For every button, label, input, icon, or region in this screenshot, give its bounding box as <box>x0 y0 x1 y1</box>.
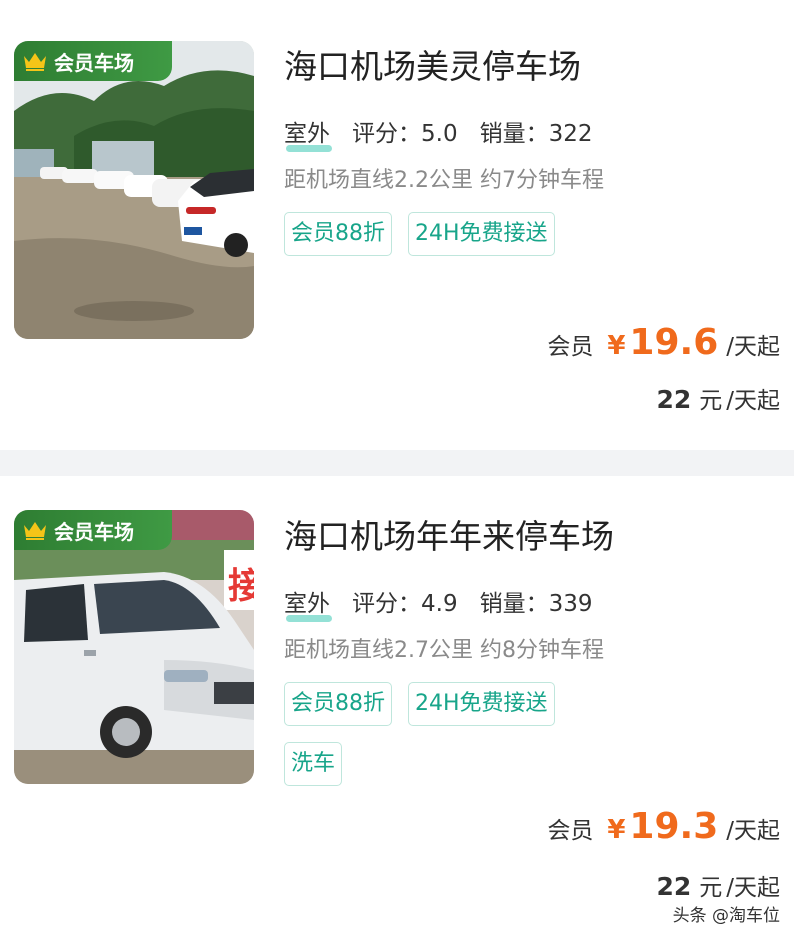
rating-value: 4.9 <box>421 591 458 617</box>
parking-lot-photo[interactable]: 接 会员车场 <box>14 510 254 784</box>
badge-label: 会员车场 <box>54 50 134 75</box>
member-label: 会员 <box>547 818 594 844</box>
normal-price-row: 22 元 /天起 <box>656 868 780 902</box>
normal-price-unit: 元 <box>699 875 723 901</box>
sales-label: 销量： <box>479 121 549 147</box>
sales-label: 销量： <box>479 591 549 617</box>
source-watermark: 头条 @淘车位 <box>672 906 780 926</box>
currency-symbol: ¥ <box>607 331 626 361</box>
tag-free-shuttle: 24H免费接送 <box>408 212 555 256</box>
rating: 评分：4.9 <box>352 584 458 618</box>
lot-meta-row: 室外 评分：4.9 销量：339 <box>284 584 784 622</box>
member-label: 会员 <box>547 334 594 360</box>
distance-text: 距机场直线2.7公里 约8分钟车程 <box>284 638 604 663</box>
normal-price-row: 22 元 /天起 <box>656 381 780 415</box>
member-lot-badge: 会员车场 <box>14 41 172 81</box>
distance-text: 距机场直线2.2公里 约7分钟车程 <box>284 168 604 193</box>
crown-icon <box>24 53 46 71</box>
sales-value: 322 <box>548 121 593 147</box>
per-day-unit: /天起 <box>726 875 780 901</box>
lot-meta-row: 室外 评分：5.0 销量：322 <box>284 114 784 152</box>
badge-label: 会员车场 <box>54 519 134 544</box>
parking-lot-card[interactable]: 接 会员车场 海口机场年年来停车场 室外 评分：4.9 销量：339 距机场直线… <box>0 476 794 940</box>
tag-member-discount: 会员88折 <box>284 682 392 726</box>
rating-value: 5.0 <box>421 121 458 147</box>
member-price-row: 会员 ¥ 19.3 /天起 <box>547 806 780 847</box>
lot-type-label: 室外 <box>284 114 332 152</box>
rating-label: 评分： <box>352 591 421 617</box>
member-price: 19.6 <box>629 322 719 363</box>
sales: 销量：322 <box>480 114 593 148</box>
member-lot-badge: 会员车场 <box>14 510 172 550</box>
normal-price: 22 <box>656 385 692 414</box>
parking-lot-card[interactable]: 会员车场 海口机场美灵停车场 室外 评分：5.0 销量：322 距机场直线2.2… <box>0 0 794 450</box>
per-day-unit: /天起 <box>726 388 780 414</box>
parking-lot-photo-image: 接 <box>14 510 254 784</box>
normal-price-unit: 元 <box>699 388 723 414</box>
sales-value: 339 <box>548 591 593 617</box>
per-day-unit: /天起 <box>726 334 780 360</box>
rating: 评分：5.0 <box>352 114 458 148</box>
member-price-row: 会员 ¥ 19.6 /天起 <box>547 322 780 363</box>
crown-icon <box>24 522 46 540</box>
parking-lot-title[interactable]: 海口机场美灵停车场 <box>284 44 784 90</box>
parking-lot-title[interactable]: 海口机场年年来停车场 <box>284 514 784 560</box>
per-day-unit: /天起 <box>726 818 780 844</box>
parking-lot-photo[interactable]: 会员车场 <box>14 41 254 339</box>
normal-price: 22 <box>656 872 692 901</box>
tag-free-shuttle: 24H免费接送 <box>408 682 555 726</box>
member-price: 19.3 <box>629 806 719 847</box>
rating-label: 评分： <box>352 121 421 147</box>
currency-symbol: ¥ <box>607 815 626 845</box>
sign-text: 接 <box>228 566 254 607</box>
sales: 销量：339 <box>480 584 593 618</box>
lot-type-label: 室外 <box>284 584 332 622</box>
tag-member-discount: 会员88折 <box>284 212 392 256</box>
feature-tags: 会员88折 24H免费接送 <box>284 212 624 256</box>
parking-lot-photo-image <box>14 41 254 339</box>
tag-car-wash: 洗车 <box>284 742 343 786</box>
feature-tags: 会员88折 24H免费接送 洗车 <box>284 682 624 786</box>
